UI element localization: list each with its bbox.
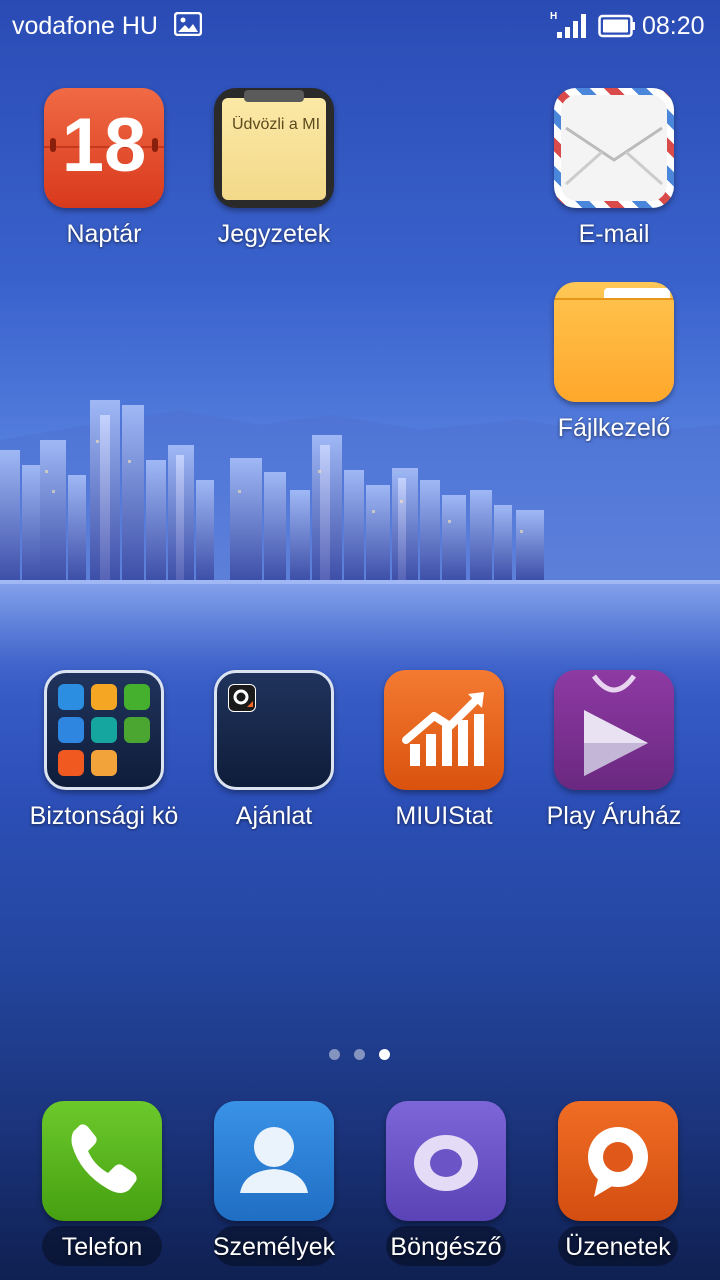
contacts-icon — [214, 1101, 334, 1221]
notes-icon: Üdvözli a MI — [214, 88, 334, 208]
dock-label: Böngésző — [390, 1233, 502, 1261]
mail-envelope-icon — [554, 88, 674, 208]
image-notification-icon — [174, 12, 202, 36]
dock-label: Üzenetek — [565, 1233, 671, 1261]
folder-biztonsagi[interactable]: Biztonsági kö — [29, 670, 179, 831]
messages-icon — [558, 1101, 678, 1221]
app-email[interactable]: E-mail — [539, 88, 689, 249]
page-indicator[interactable] — [0, 1049, 720, 1061]
page-dot-active[interactable] — [379, 1049, 390, 1060]
dock-uzenetek[interactable]: Üzenetek — [543, 1101, 693, 1262]
phone-icon — [42, 1101, 162, 1221]
dock-szemelyek[interactable]: Személyek — [199, 1101, 349, 1262]
app-label: MIUIStat — [395, 802, 493, 830]
folder-label: Biztonsági kö — [29, 802, 179, 830]
calendar-date: 18 — [61, 103, 147, 188]
app-mini-icon — [228, 684, 256, 712]
carrier-name: vodafone HU — [12, 12, 158, 40]
app-label: Play Áruház — [546, 802, 682, 830]
upload-icon — [58, 717, 84, 743]
folder-ajanlat[interactable]: Ajánlat — [199, 670, 349, 831]
app-naptar[interactable]: 18 Naptár — [29, 88, 179, 249]
app-fajlkezelo[interactable]: Fájlkezelő — [539, 282, 689, 443]
chart-growth-icon — [384, 670, 504, 790]
app-miuistat[interactable]: MIUIStat — [369, 670, 519, 831]
status-time: 08:20 — [642, 12, 705, 40]
mi-coin-icon — [91, 684, 117, 710]
app-jegyzetek[interactable]: Üdvözli a MI Jegyzetek — [199, 88, 349, 249]
dock-label: Személyek — [212, 1233, 336, 1261]
folder-grid-icon — [44, 670, 164, 790]
app-label: Jegyzetek — [217, 220, 331, 248]
signal-strength-icon: H — [550, 11, 586, 38]
folder-icon — [214, 670, 334, 790]
play-store-icon — [554, 670, 674, 790]
app-label: E-mail — [578, 220, 650, 248]
notes-preview: Üdvözli a MI — [231, 116, 321, 133]
battery-icon — [598, 14, 635, 38]
folder-label: Ajánlat — [235, 802, 313, 830]
app-label: Naptár — [66, 220, 142, 248]
refresh-icon — [91, 717, 117, 743]
folder-icon — [554, 282, 674, 402]
cloud-icon — [58, 684, 84, 710]
page-dot[interactable] — [329, 1049, 340, 1060]
network-type-label: H — [550, 11, 557, 22]
mi-logo-icon — [58, 750, 84, 776]
dock-telefon[interactable]: Telefon — [27, 1101, 177, 1262]
dock-label: Telefon — [61, 1233, 143, 1261]
dock-bongeszo[interactable]: Böngésző — [371, 1101, 521, 1262]
notes-mini-icon — [91, 750, 117, 776]
app-label: Fájlkezelő — [557, 414, 671, 442]
page-dot[interactable] — [354, 1049, 365, 1060]
key-icon — [124, 717, 150, 743]
status-bar: vodafone HU H 08:20 — [0, 0, 720, 52]
calendar-icon: 18 — [44, 88, 164, 208]
browser-icon — [386, 1101, 506, 1221]
download-icon — [124, 684, 150, 710]
app-play-aruhaz[interactable]: Play Áruház — [539, 670, 689, 831]
